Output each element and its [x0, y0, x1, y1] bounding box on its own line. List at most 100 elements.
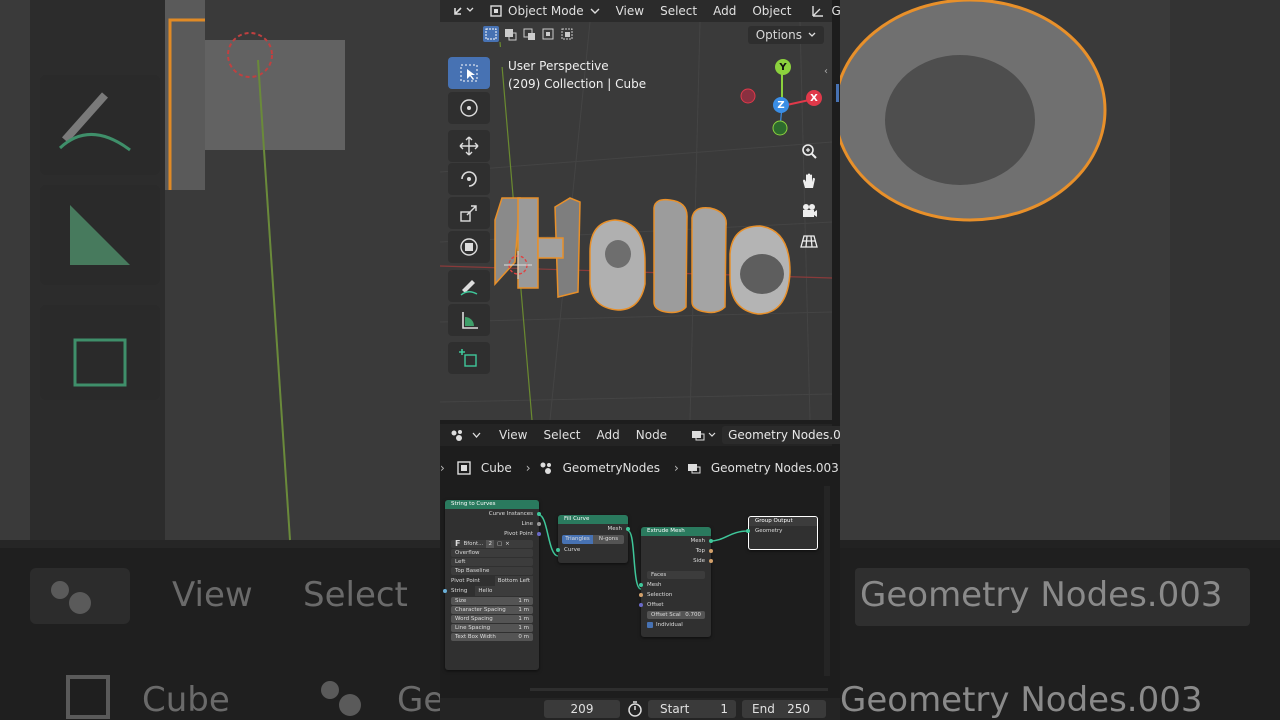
stopwatch-icon[interactable]: [627, 701, 643, 717]
select-extend-button[interactable]: [502, 26, 518, 42]
input-socket[interactable]: [639, 583, 643, 587]
output-socket[interactable]: [537, 522, 541, 526]
output-socket[interactable]: [626, 527, 630, 531]
3d-viewport[interactable]: Options User Perspective (209) Collectio…: [440, 22, 832, 420]
axis-editor-icon: [454, 6, 474, 15]
mode-label: Object Mode: [508, 4, 584, 18]
font-users: 2: [486, 540, 494, 548]
font-close-icon[interactable]: ×: [505, 540, 510, 548]
input-socket[interactable]: [639, 603, 643, 607]
timeline-bar: 209 Start 1 End 250: [440, 698, 840, 720]
field-value: 0 m: [518, 634, 529, 640]
tool-cursor[interactable]: [448, 92, 490, 124]
end-frame-field[interactable]: End 250: [742, 700, 826, 718]
align-y-dropdown[interactable]: Top Baseline: [451, 567, 533, 575]
node-canvas[interactable]: String to Curves Curve Instances Line Pi…: [440, 486, 832, 716]
start-frame-field[interactable]: Start 1: [648, 700, 736, 718]
menu-view[interactable]: View: [616, 4, 644, 18]
node-title: Group Output: [749, 517, 817, 526]
align-x-dropdown[interactable]: Left: [451, 558, 533, 566]
font-browse-icon[interactable]: ▢: [497, 540, 502, 548]
camera-view-button[interactable]: [796, 198, 822, 224]
node-menu-select[interactable]: Select: [543, 428, 580, 442]
node-editor: View Select Add Node Geometry Nodes.003 …: [440, 424, 840, 720]
options-dropdown[interactable]: Options: [747, 26, 824, 44]
select-subtract-button[interactable]: [521, 26, 537, 42]
socket-mesh: Mesh: [558, 524, 630, 534]
gizmo-y-axis[interactable]: Y: [775, 59, 791, 75]
tool-measure[interactable]: [448, 304, 490, 336]
fill-mode-toggle[interactable]: Triangles N-gons: [562, 535, 624, 544]
node-tree-name-field[interactable]: Geometry Nodes.003: [722, 426, 840, 444]
current-frame-field[interactable]: 209: [544, 700, 620, 718]
field-word-spacing[interactable]: Word Spacing 1 m: [451, 615, 533, 623]
gizmo-x-axis[interactable]: X: [806, 90, 822, 106]
tool-select-box[interactable]: [448, 57, 490, 89]
extrude-mode-dropdown[interactable]: Faces: [647, 571, 705, 579]
overflow-dropdown[interactable]: Overflow: [451, 549, 533, 557]
menu-object[interactable]: Object: [752, 4, 791, 18]
tool-move[interactable]: [448, 130, 490, 162]
field-size[interactable]: Size 1 m: [451, 597, 533, 605]
sidebar-toggle-icon[interactable]: ‹: [824, 66, 828, 77]
node-extrude-mesh[interactable]: Extrude Mesh Mesh Top Side Faces Mesh Se…: [639, 527, 713, 637]
tool-annotate[interactable]: [448, 270, 490, 302]
tool-rotate[interactable]: [448, 163, 490, 195]
select-invert-icon: [542, 28, 554, 40]
pan-button[interactable]: [796, 168, 822, 194]
input-socket[interactable]: [746, 529, 750, 533]
socket-label: Side: [693, 558, 705, 564]
transform-orientation-dropdown[interactable]: Gl: [811, 4, 840, 18]
chevron-down-icon: [472, 432, 481, 438]
output-socket[interactable]: [709, 549, 713, 553]
node-menu-add[interactable]: Add: [597, 428, 620, 442]
menu-add[interactable]: Add: [713, 4, 736, 18]
align-x-value: Left: [455, 559, 466, 565]
mode-dropdown[interactable]: Object Mode: [490, 4, 600, 18]
field-text-box-width[interactable]: Text Box Width 0 m: [451, 633, 533, 641]
node-string-to-curves[interactable]: String to Curves Curve Instances Line Pi…: [443, 500, 541, 670]
string-input[interactable]: Hello: [475, 586, 533, 596]
offset-scale-field[interactable]: Offset Scal 0.700: [647, 611, 705, 619]
individual-checkbox-row[interactable]: Individual: [641, 620, 711, 630]
node-fill-curve[interactable]: Fill Curve Mesh Triangles N-gons Curve: [556, 515, 630, 563]
node-tree-browse-button[interactable]: [691, 429, 716, 441]
tool-transform[interactable]: [448, 231, 490, 263]
field-character-spacing[interactable]: Character Spacing 1 m: [451, 606, 533, 614]
pivot-dropdown[interactable]: Bottom Left: [494, 576, 533, 586]
tool-add-cube[interactable]: [448, 342, 490, 374]
transform-icon: [460, 238, 478, 256]
mode-ngons[interactable]: N-gons: [593, 535, 624, 544]
output-socket[interactable]: [537, 532, 541, 536]
zoom-button[interactable]: [796, 138, 822, 164]
select-new-button[interactable]: [483, 26, 499, 42]
output-socket[interactable]: [537, 512, 541, 516]
menu-select[interactable]: Select: [660, 4, 697, 18]
input-socket[interactable]: [556, 548, 560, 552]
output-socket[interactable]: [709, 539, 713, 543]
node-tree-icon: [451, 430, 462, 441]
node-editor-type-button[interactable]: [450, 428, 481, 442]
node-title: String to Curves: [445, 500, 539, 509]
socket-label: Curve: [564, 547, 581, 553]
mode-triangles[interactable]: Triangles: [562, 535, 593, 544]
input-socket[interactable]: [639, 593, 643, 597]
input-socket[interactable]: [443, 589, 447, 593]
editor-type-button[interactable]: [452, 3, 474, 20]
node-menu-node[interactable]: Node: [636, 428, 667, 442]
select-invert-button[interactable]: [540, 26, 556, 42]
gizmo-z-axis[interactable]: Z: [773, 97, 789, 113]
select-intersect-button[interactable]: [559, 26, 575, 42]
individual-checkbox[interactable]: [647, 622, 653, 628]
output-socket[interactable]: [709, 559, 713, 563]
background-crumb-label: Geometry Nodes.003: [840, 680, 1203, 720]
breadcrumb-expand-icon[interactable]: ›: [440, 461, 445, 475]
node-menu-view[interactable]: View: [499, 428, 527, 442]
viewport-scrollbar[interactable]: [836, 84, 839, 102]
node-group-output[interactable]: Group Output Geometry: [746, 516, 818, 550]
font-selector[interactable]: F Bfont... 2 ▢ ×: [451, 540, 533, 548]
ortho-toggle-button[interactable]: [796, 228, 822, 254]
socket-label: Offset: [647, 602, 664, 608]
tool-scale[interactable]: [448, 197, 490, 229]
field-line-spacing[interactable]: Line Spacing 1 m: [451, 624, 533, 632]
